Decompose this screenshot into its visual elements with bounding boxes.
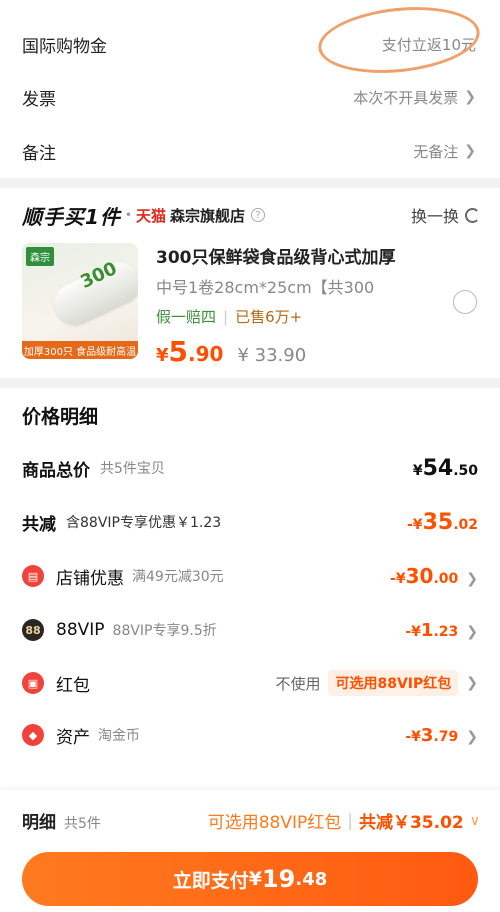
- guarantee-tag: 假一赔四: [156, 308, 217, 326]
- assets-sub: 淘金币: [98, 728, 140, 744]
- total-price-row: 商品总价 共5件宝贝 ¥ 54 .50: [22, 454, 478, 482]
- bottom-bar: 明细 共5件 可选用88VIP红包 | 共减￥35.02 ∨ 立即支付 ¥ 19…: [0, 790, 500, 912]
- chevron-right-icon: ❯: [464, 143, 476, 159]
- chevron-right-icon: ❯: [466, 728, 478, 745]
- vip-row[interactable]: 88 88VIP 88VIP专享9.5折 -¥ 1 .23 ❯: [22, 616, 478, 644]
- divider: |: [347, 810, 353, 831]
- product-title: 300只保鲜袋食品级背心式加厚: [156, 248, 396, 268]
- reduce-label: 共减: [22, 514, 56, 535]
- item-count: 共5件: [64, 816, 101, 832]
- amount-symbol: -¥: [390, 571, 406, 587]
- product-info[interactable]: 300只保鲜袋食品级背心式加厚 中号1卷28cm*25cm【共300 假一赔四 …: [156, 243, 456, 368]
- help-icon[interactable]: ?: [251, 208, 266, 222]
- amount-integer: 1: [420, 619, 434, 641]
- amount-decimal: .23: [433, 623, 459, 640]
- assets-amount: -¥ 3 .79 ❯: [405, 725, 478, 746]
- remark-value: 无备注: [413, 142, 459, 161]
- invoice-row[interactable]: 发票 本次不开具发票 ❯: [0, 70, 500, 124]
- total-amount: ¥ 54 .50: [413, 456, 478, 481]
- amount-decimal: .79: [433, 728, 459, 745]
- price-details-title: 价格明细: [22, 406, 99, 428]
- price-integer: 5: [168, 335, 189, 368]
- vip-redpacket-hint: 可选用88VIP红包: [207, 813, 342, 833]
- amount-integer: 54: [422, 455, 454, 481]
- shop-coupon-sub: 满49元减30元: [132, 569, 224, 585]
- total-reduce: 共减￥35.02: [358, 813, 464, 833]
- remark-row[interactable]: 备注 无备注 ❯: [0, 124, 500, 178]
- price-symbol: ¥: [156, 345, 169, 366]
- swap-label: 换一换: [410, 207, 459, 226]
- swap-button[interactable]: 换一换: [411, 203, 480, 227]
- select-radio[interactable]: [453, 290, 477, 314]
- reduce-sub: 含88VIP专享优惠￥1.23: [66, 515, 222, 531]
- product-spec: 中号1卷28cm*25cm【共300: [156, 278, 375, 297]
- redpacket-icon: ▣: [22, 672, 44, 694]
- redpacket-nouse[interactable]: 不使用: [275, 673, 320, 694]
- amount-symbol: -¥: [405, 728, 421, 745]
- redpacket-row[interactable]: ▣ 红包 不使用 可选用88VIP红包 ❯: [22, 669, 478, 697]
- amount-integer: 35: [422, 509, 454, 535]
- pay-decimal: .48: [295, 868, 328, 890]
- separator-dot: •: [124, 208, 132, 222]
- brand-tag: 森宗: [26, 247, 54, 266]
- refresh-icon: [465, 207, 480, 223]
- amount-decimal: .50: [453, 462, 478, 479]
- bottom-summary[interactable]: 可选用88VIP红包 | 共减￥35.02 ∨: [207, 808, 480, 834]
- amount-decimal: .02: [453, 516, 478, 533]
- amount-integer: 3: [420, 724, 434, 746]
- amount-symbol: -¥: [407, 516, 423, 533]
- shop-icon: ▤: [22, 565, 44, 587]
- chevron-right-icon: ❯: [466, 571, 478, 587]
- shop-coupon-amount: -¥ 30 .00 ❯: [390, 564, 478, 588]
- product-tags: 假一赔四 | 已售6万+: [156, 306, 456, 327]
- assets-row[interactable]: ◆ 资产 淘金币 -¥ 3 .79 ❯: [22, 721, 478, 749]
- product-price: ¥ 5 .90 ¥ 33.90: [156, 335, 456, 368]
- pay-integer: 19: [261, 865, 296, 893]
- image-banner: 加厚300只 食品级耐高温: [22, 341, 138, 359]
- vip-88-icon: 88: [22, 619, 44, 641]
- reduce-amount: -¥ 35 .02: [407, 510, 478, 535]
- vip-redpacket-tag[interactable]: 可选用88VIP红包: [328, 670, 459, 696]
- price-decimal: .90: [188, 342, 224, 366]
- vip-sub: 88VIP专享9.5折: [112, 623, 217, 639]
- shop-name[interactable]: 森宗旗舰店: [170, 205, 245, 226]
- pay-label: 立即支付: [172, 869, 249, 892]
- vip-amount: -¥ 1 .23 ❯: [405, 620, 478, 641]
- recommend-header: 顺手买1件 • 天猫 森宗旗舰店 ? 换一换: [22, 200, 480, 230]
- redpacket-label: 红包: [56, 675, 90, 696]
- chevron-right-icon: ❯: [466, 675, 478, 691]
- amount-symbol: -¥: [405, 623, 421, 640]
- detail-label: 明细: [22, 813, 56, 833]
- original-price: ¥ 33.90: [237, 345, 307, 366]
- vip-label: 88VIP: [56, 620, 105, 640]
- detail-toggle[interactable]: 明细 共5件: [22, 808, 101, 833]
- amount-symbol: ¥: [412, 462, 423, 479]
- tmall-logo: 天猫: [136, 206, 167, 225]
- invoice-label: 发票: [22, 89, 56, 110]
- order-info-card: 国际购物金 支付立返10元 发票 本次不开具发票 ❯ 备注 无备注 ❯: [0, 0, 500, 178]
- remark-value-group: 无备注 ❯: [413, 141, 476, 162]
- shop-coupon-row[interactable]: ▤ 店铺优惠 满49元减30元 -¥ 30 .00 ❯: [22, 562, 478, 590]
- divider: |: [223, 307, 229, 326]
- amount-decimal: .00: [433, 571, 459, 587]
- shop-coupon-label: 店铺优惠: [56, 568, 124, 589]
- recommend-title: 顺手买1件: [22, 204, 121, 229]
- remark-label: 备注: [22, 143, 56, 164]
- double-chevron-down-icon: ∨: [469, 812, 480, 829]
- invoice-value-group: 本次不开具发票 ❯: [353, 87, 476, 108]
- sold-count: 已售6万+: [235, 308, 303, 326]
- pay-now-button[interactable]: 立即支付 ¥ 19 .48: [22, 852, 478, 906]
- chevron-right-icon: ❯: [466, 623, 478, 640]
- chevron-right-icon: ❯: [464, 89, 476, 105]
- product-image[interactable]: 森宗 300 加厚300只 食品级耐高温: [22, 243, 138, 359]
- total-label: 商品总价: [22, 460, 90, 481]
- pay-symbol: ¥: [248, 868, 262, 890]
- total-sub: 共5件宝贝: [100, 461, 165, 477]
- reduce-row: 共减 含88VIP专享优惠￥1.23 -¥ 35 .02: [22, 508, 478, 536]
- amount-integer: 30: [405, 564, 434, 588]
- assets-label: 资产: [56, 727, 90, 748]
- assets-tag-icon: ◆: [22, 724, 44, 746]
- invoice-value: 本次不开具发票: [353, 88, 459, 107]
